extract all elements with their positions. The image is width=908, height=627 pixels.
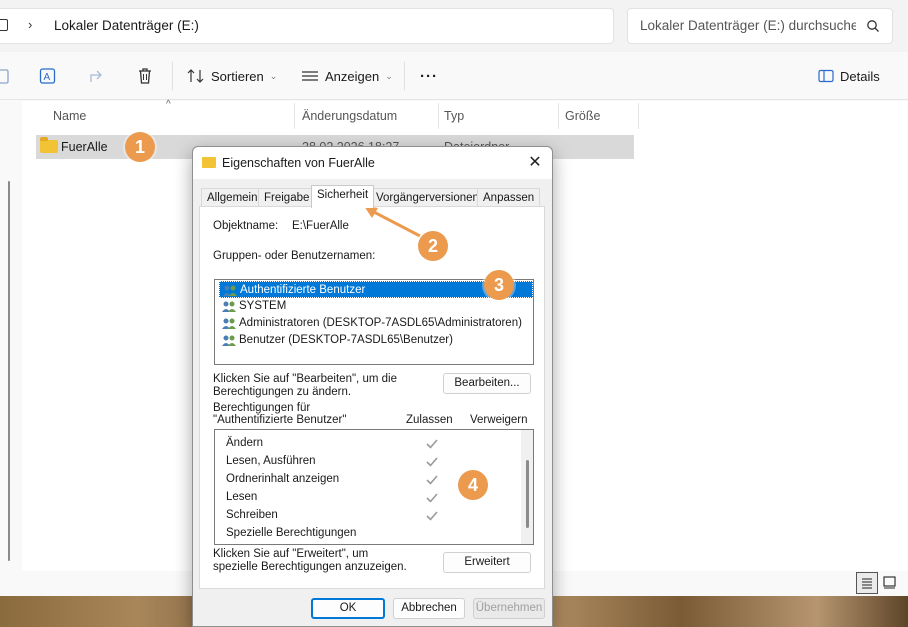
folder-icon — [202, 157, 216, 168]
users-icon — [222, 301, 236, 312]
chevron-down-icon: ⌄ — [269, 70, 278, 81]
column-header-size[interactable]: Größe — [565, 109, 600, 123]
check-icon — [426, 493, 438, 503]
check-icon — [426, 475, 438, 485]
view-icon — [302, 71, 318, 81]
annotation-badge-2: 2 — [418, 231, 448, 261]
chevron-down-icon: ⌄ — [385, 70, 393, 81]
column-header-name[interactable]: Name — [53, 109, 86, 123]
list-item[interactable]: Benutzer (DESKTOP-7ASDL65\Benutzer) — [219, 332, 533, 349]
tab-allgemein[interactable]: Allgemein — [201, 188, 264, 207]
check-icon — [426, 511, 438, 521]
sort-caret-icon: ^ — [166, 99, 171, 110]
users-icon — [222, 318, 236, 329]
group-name: SYSTEM — [239, 300, 287, 312]
search-icon — [867, 20, 879, 32]
details-pane-icon — [818, 69, 834, 83]
check-icon — [426, 439, 438, 449]
users-icon — [223, 285, 237, 296]
column-divider[interactable] — [294, 103, 295, 129]
permission-name: Lesen — [226, 491, 258, 503]
folder-icon — [40, 137, 58, 153]
list-item[interactable]: SYSTEM — [219, 298, 533, 315]
annotation-badge-3: 3 — [484, 270, 514, 300]
tab-sicherheit[interactable]: Sicherheit — [311, 185, 375, 208]
svg-text:A: A — [44, 72, 51, 83]
column-divider[interactable] — [558, 103, 559, 129]
computer-icon[interactable] — [0, 19, 8, 31]
close-icon[interactable]: ✕ — [524, 152, 546, 174]
column-header-type[interactable]: Typ — [444, 109, 464, 123]
users-icon — [222, 335, 236, 346]
clipped-row-edge — [226, 429, 246, 430]
check-icon — [426, 457, 438, 467]
sort-icon — [187, 69, 204, 83]
toolbar-divider — [404, 62, 405, 90]
group-name: Administratoren (DESKTOP-7ASDL65\Adminis… — [239, 317, 522, 329]
address-bar[interactable]: › Lokaler Datenträger (E:) — [0, 8, 614, 44]
permission-name: Ordnerinhalt anzeigen — [226, 473, 340, 485]
deny-column-header: Verweigern — [470, 414, 528, 426]
file-name: FuerAlle — [61, 140, 108, 154]
groups-label: Gruppen- oder Benutzernamen: — [213, 250, 376, 262]
column-divider[interactable] — [438, 103, 439, 129]
chevron-right-icon[interactable]: › — [28, 17, 32, 32]
navigation-pane — [0, 101, 22, 571]
toolbar-divider — [172, 62, 173, 90]
column-divider[interactable] — [638, 103, 639, 129]
address-text: Lokaler Datenträger (E:) — [54, 18, 199, 33]
details-view-button[interactable] — [856, 572, 878, 594]
scrollbar-thumb[interactable] — [526, 460, 529, 528]
search-placeholder: Lokaler Datenträger (E:) durchsuchen — [640, 18, 856, 33]
tab-freigabe[interactable]: Freigabe — [258, 188, 316, 207]
nav-scrollbar[interactable] — [8, 181, 10, 561]
advanced-hint: Klicken Sie auf "Erweitert", um speziell… — [213, 548, 407, 573]
tiles-view-button[interactable] — [880, 572, 902, 594]
command-bar: A Sortieren ⌄ Anzeigen ⌄ ··· Details — [0, 52, 908, 100]
permissions-scrollbar[interactable] — [521, 430, 533, 544]
sort-button[interactable]: Sortieren ⌄ — [187, 65, 277, 87]
permission-name: Lesen, Ausführen — [226, 455, 316, 467]
address-row: › Lokaler Datenträger (E:) Lokaler Daten… — [0, 0, 908, 52]
sort-label: Sortieren — [211, 68, 264, 84]
tiles-view-icon — [883, 576, 896, 589]
cancel-button[interactable]: Abbrechen — [393, 598, 465, 619]
annotation-badge-4: 4 — [458, 470, 488, 500]
group-name: Authentifizierte Benutzer — [240, 284, 366, 296]
advanced-button[interactable]: Erweitert — [443, 552, 531, 573]
view-button[interactable]: Anzeigen ⌄ — [301, 65, 393, 87]
details-label: Details — [840, 68, 880, 84]
permission-name: Spezielle Berechtigungen — [226, 527, 357, 539]
annotation-badge-1: 1 — [125, 132, 155, 162]
more-options-button[interactable]: ··· — [420, 65, 438, 87]
details-pane-button[interactable]: Details — [818, 65, 880, 87]
allow-column-header: Zulassen — [406, 414, 453, 426]
edit-hint: Klicken Sie auf "Bearbeiten", um die Ber… — [213, 373, 397, 398]
view-label: Anzeigen — [325, 68, 380, 84]
dialog-title-bar[interactable]: Eigenschaften von FuerAlle ✕ — [193, 147, 552, 179]
apply-button[interactable]: Übernehmen — [473, 598, 545, 619]
list-item[interactable]: Administratoren (DESKTOP-7ASDL65\Adminis… — [219, 315, 533, 332]
edit-button[interactable]: Bearbeiten... — [443, 373, 531, 394]
dialog-title: Eigenschaften von FuerAlle — [222, 156, 375, 170]
tab-anpassen[interactable]: Anpassen — [477, 188, 541, 207]
share-icon[interactable] — [87, 66, 107, 86]
ok-button[interactable]: OK — [311, 598, 385, 619]
security-tab-panel: Objektname: E:\FuerAlle Gruppen- oder Be… — [199, 206, 545, 589]
column-header-date[interactable]: Änderungsdatum — [302, 109, 397, 123]
permission-name: Ändern — [226, 437, 264, 449]
paste-icon[interactable] — [0, 66, 14, 86]
rename-icon[interactable]: A — [38, 66, 58, 86]
group-name: Benutzer (DESKTOP-7ASDL65\Benutzer) — [239, 334, 453, 346]
search-input[interactable]: Lokaler Datenträger (E:) durchsuchen — [627, 8, 893, 44]
object-name-value: E:\FuerAlle — [292, 220, 349, 232]
permission-name: Schreiben — [226, 509, 278, 521]
details-view-icon — [862, 578, 872, 589]
permissions-header: Berechtigungen für "Authentifizierte Ben… — [213, 402, 347, 426]
delete-icon[interactable] — [135, 66, 155, 86]
object-name-label: Objektname: — [213, 220, 279, 232]
